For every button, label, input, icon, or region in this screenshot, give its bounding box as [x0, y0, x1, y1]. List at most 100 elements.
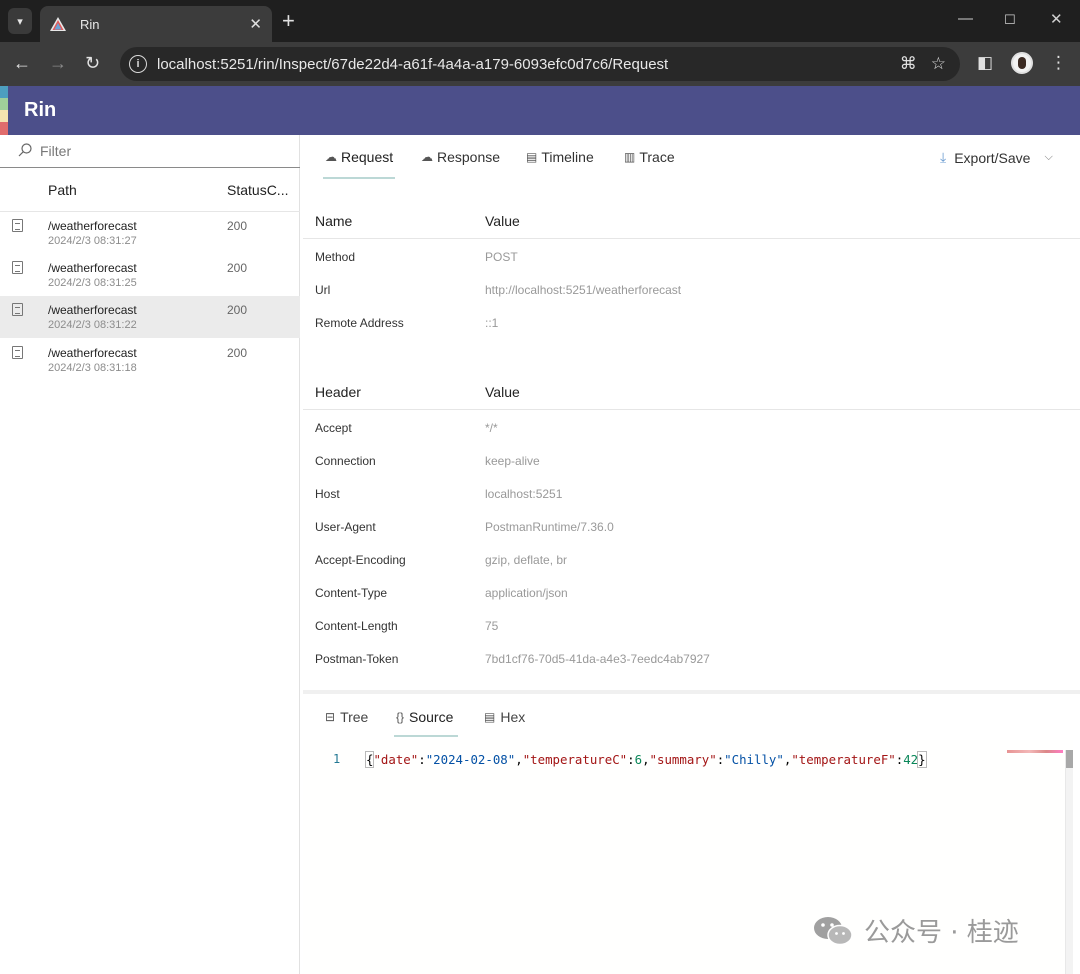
header-row: Postman-Token 7bd1cf76-70d5-41da-a4e3-7e…	[303, 642, 1080, 675]
editor-scrollbar[interactable]	[1065, 750, 1073, 974]
request-row[interactable]: /weatherforecast 2024/2/3 08:31:18 200	[0, 339, 300, 381]
tab-search-button[interactable]: ▾	[8, 8, 32, 34]
site-info-icon[interactable]: i	[129, 55, 147, 73]
header-value: 7bd1cf76-70d5-41da-a4e3-7eedc4ab7927	[485, 652, 710, 666]
field-value: http://localhost:5251/weatherforecast	[485, 283, 682, 297]
export-save-label: Export/Save	[954, 149, 1031, 166]
header-value: PostmanRuntime/7.36.0	[485, 520, 614, 534]
request-list-header: Path StatusC...	[0, 168, 300, 212]
json-key: "temperatureC"	[522, 752, 628, 767]
request-time: 2024/2/3 08:31:18	[48, 362, 137, 374]
json-close-brace: }	[917, 751, 927, 768]
bookmark-star-icon[interactable]: ☆	[931, 54, 946, 74]
forward-icon[interactable]: →	[49, 52, 67, 74]
document-icon	[12, 219, 23, 232]
column-header-value: Value	[485, 213, 520, 229]
minimize-icon[interactable]: —	[958, 10, 973, 27]
browser-tab[interactable]: Rin ✕	[40, 6, 272, 42]
column-header-header: Header	[315, 384, 361, 400]
request-detail-pane: ☁ Request ☁ Response ▤ Timeline ▥ Trace …	[303, 135, 1080, 974]
new-tab-button[interactable]: +	[282, 9, 295, 33]
request-path: /weatherforecast	[48, 303, 137, 317]
request-time: 2024/2/3 08:31:22	[48, 319, 137, 331]
translate-icon[interactable]: ⌘	[900, 54, 917, 74]
header-row: Content-Length 75	[303, 609, 1080, 642]
document-icon	[12, 346, 23, 359]
json-key: "date"	[373, 752, 419, 767]
json-value: "2024-02-08"	[425, 752, 516, 767]
watermark: 公众号 · 桂迹	[812, 912, 1019, 949]
json-value: 42	[903, 752, 919, 767]
json-source-line[interactable]: {"date":"2024-02-08","temperatureC":6,"s…	[364, 751, 927, 768]
document-icon	[12, 261, 23, 274]
window-close-icon[interactable]: ✕	[1050, 10, 1063, 28]
header-name: Content-Type	[315, 586, 388, 600]
field-name: Method	[315, 250, 356, 264]
download-icon: ⤓	[940, 149, 947, 165]
timeline-icon: ▤	[526, 150, 538, 164]
request-row[interactable]: /weatherforecast 2024/2/3 08:31:25 200	[0, 254, 300, 296]
logo-stripe-green	[0, 98, 8, 110]
tab-request-label: Request	[341, 149, 394, 165]
json-key: "temperatureF"	[791, 752, 896, 767]
close-tab-icon[interactable]: ✕	[249, 15, 262, 33]
tab-hex[interactable]: ▤ Hex	[484, 709, 525, 725]
header-row: Accept-Encoding gzip, deflate, br	[303, 543, 1080, 576]
field-name: Remote Address	[315, 316, 404, 330]
general-row: Url http://localhost:5251/weatherforecas…	[303, 273, 1080, 306]
headers-table-header: Header Value	[303, 374, 1080, 410]
scrollbar-thumb[interactable]	[1066, 750, 1073, 768]
general-row: Remote Address ::1	[303, 306, 1080, 339]
tab-source[interactable]: {} Source	[396, 709, 453, 725]
hex-icon: ▤	[484, 710, 496, 724]
header-row: Host localhost:5251	[303, 477, 1080, 510]
tree-icon: ⊟	[325, 710, 336, 724]
tab-trace-label: Trace	[639, 149, 675, 165]
json-value: 6	[634, 752, 643, 767]
json-value: "Chilly"	[724, 752, 784, 767]
watermark-text: 公众号 · 桂迹	[864, 918, 1019, 948]
reload-icon[interactable]: ↻	[85, 52, 100, 74]
request-list-pane: Path StatusC... /weatherforecast 2024/2/…	[0, 135, 300, 974]
header-value: gzip, deflate, br	[485, 553, 568, 567]
header-row: User-Agent PostmanRuntime/7.36.0	[303, 510, 1080, 543]
request-row[interactable]: /weatherforecast 2024/2/3 08:31:27 200	[0, 212, 300, 254]
logo-stripe-blue	[0, 86, 8, 98]
trace-icon: ▥	[624, 150, 636, 164]
header-name: Host	[315, 487, 340, 501]
request-status: 200	[227, 261, 248, 275]
request-path: /weatherforecast	[48, 219, 137, 233]
tab-trace[interactable]: ▥ Trace	[624, 149, 675, 165]
back-icon[interactable]: ←	[13, 52, 31, 74]
browser-toolbar: ← → ↻ i localhost:5251/rin/Inspect/67de2…	[0, 42, 1080, 86]
field-value: ::1	[485, 316, 499, 330]
tab-tree[interactable]: ⊟ Tree	[325, 709, 368, 725]
general-table-header: Name Value	[303, 203, 1080, 239]
cloud-download-icon: ☁	[421, 150, 433, 164]
field-value: POST	[485, 250, 518, 264]
tab-timeline[interactable]: ▤ Timeline	[526, 149, 594, 165]
column-header-path[interactable]: Path	[48, 182, 77, 198]
tab-response[interactable]: ☁ Response	[421, 149, 500, 165]
tab-request[interactable]: ☁ Request	[325, 149, 393, 165]
request-row-selected[interactable]: /weatherforecast 2024/2/3 08:31:22 200	[0, 296, 300, 338]
header-value: keep-alive	[485, 454, 540, 468]
rin-favicon-icon	[50, 17, 66, 31]
address-bar[interactable]: i localhost:5251/rin/Inspect/67de22d4-a6…	[120, 47, 960, 81]
editor-minimap[interactable]	[1007, 750, 1063, 753]
filter-input[interactable]	[40, 141, 280, 161]
side-panel-icon[interactable]: ◧	[977, 53, 993, 73]
detail-tabs: ☁ Request ☁ Response ▤ Timeline ▥ Trace …	[303, 135, 1080, 185]
export-save-button[interactable]: ⤓ Export/Save ⌵	[940, 149, 1053, 166]
header-value: */*	[485, 421, 498, 435]
address-url[interactable]: localhost:5251/rin/Inspect/67de22d4-a61f…	[157, 56, 900, 73]
header-name: Content-Length	[315, 619, 398, 633]
browser-menu-icon[interactable]: ⋮	[1050, 53, 1067, 73]
column-header-status[interactable]: StatusC...	[227, 182, 288, 198]
header-value: application/json	[485, 586, 568, 600]
tab-title: Rin	[80, 16, 100, 32]
profile-avatar[interactable]	[1011, 52, 1033, 74]
search-icon	[18, 143, 32, 157]
request-time: 2024/2/3 08:31:27	[48, 235, 137, 247]
maximize-icon[interactable]: ☐	[1004, 12, 1016, 28]
